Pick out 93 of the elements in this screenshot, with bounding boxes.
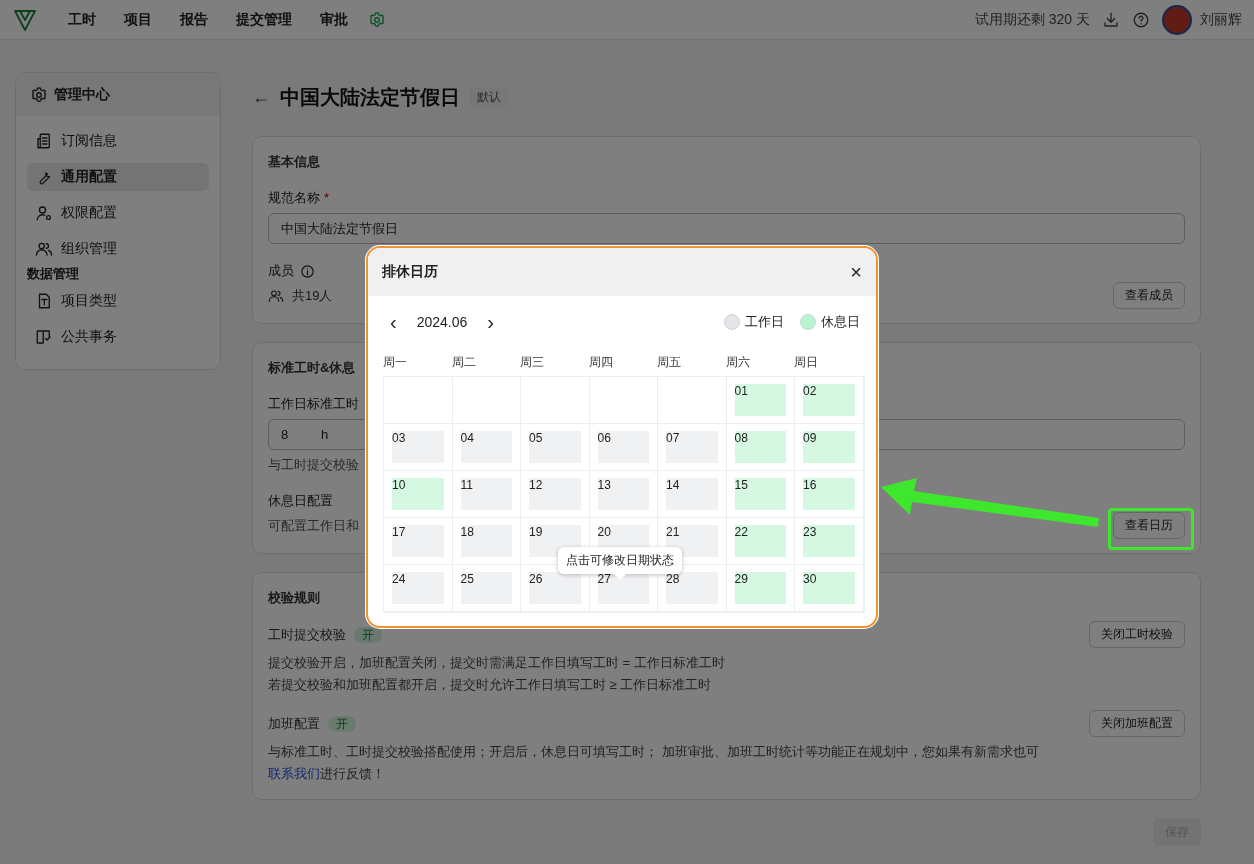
contact-link[interactable]: 联系我们 (268, 766, 320, 781)
setting-label: 工时提交校验 (268, 626, 346, 642)
view-members-button[interactable]: 查看成员 (1113, 282, 1185, 309)
month-label: 2024.06 (416, 314, 468, 330)
help-text: 与工时提交校验 (268, 456, 360, 474)
day-cell[interactable]: 29 (734, 572, 786, 604)
download-icon[interactable] (1102, 10, 1120, 29)
nav-link[interactable]: 工时 (54, 10, 110, 29)
section-label: 数据管理 (27, 265, 80, 281)
day-cell[interactable]: 18 (460, 525, 512, 557)
view-calendar-button[interactable]: 查看日历 (1113, 512, 1185, 539)
day-cell[interactable]: 05 (529, 431, 581, 463)
next-month-button[interactable]: › (481, 310, 500, 334)
day-cell[interactable]: 03 (392, 431, 444, 463)
day-cell[interactable]: 22 (734, 525, 786, 557)
card-title: 校验规则 (268, 589, 320, 607)
legend-label: 休息日 (821, 313, 860, 331)
day-cell[interactable]: 04 (460, 431, 512, 463)
help-icon[interactable] (1132, 10, 1150, 29)
sidebar-item[interactable]: 项目类型 (27, 287, 209, 315)
toggle-button[interactable]: 关闭加班配置 (1089, 710, 1185, 737)
weekday-label: 周一 (383, 354, 408, 371)
document-icon (35, 132, 53, 150)
member-count: 共19人 (292, 286, 333, 305)
user-gear-icon (35, 204, 53, 222)
close-button[interactable]: × (850, 260, 862, 284)
day-cell[interactable]: 10 (392, 478, 444, 510)
previous-month-button[interactable]: ‹ (384, 310, 403, 334)
day-cell[interactable]: 23 (803, 525, 855, 557)
card-title: 基本信息 (268, 153, 320, 171)
back-button[interactable]: ← (252, 86, 270, 108)
page-title: 中国大陆法定节假日 (280, 84, 460, 110)
dialog-title: 排休日历 (382, 263, 438, 281)
day-cell[interactable]: 08 (734, 431, 786, 463)
description-text: 提交校验开启，加班配置关闭，提交时需满足工作日填写工时 = 工作日标准工时 若提交校验和加班配置都开启，提交时允许工作日填写工时 ≥ 工作日标准工时 (268, 654, 726, 694)
sidebar-item[interactable]: 组织管理 (27, 235, 209, 263)
day-cell[interactable]: 26 (529, 572, 581, 604)
day-cell[interactable]: 25 (460, 572, 512, 604)
weekday-label: 周六 (725, 354, 751, 371)
weekday-label: 周四 (588, 354, 614, 371)
field-label: 规范名称 (268, 190, 320, 205)
day-cell[interactable]: 11 (460, 478, 512, 510)
sidebar-item[interactable]: 公共事务 (27, 323, 209, 351)
day-cell[interactable]: 13 (597, 478, 649, 510)
weekday-label: 周二 (451, 354, 477, 371)
toggle-button[interactable]: 关闭工时校验 (1089, 621, 1185, 648)
book-check-icon (35, 328, 53, 346)
nav-link[interactable]: 项目 (110, 10, 166, 29)
settings-icon (30, 85, 48, 104)
info-icon[interactable] (300, 263, 315, 279)
day-cell[interactable]: 30 (803, 572, 855, 604)
day-cell[interactable]: 15 (734, 478, 786, 510)
field-label: 成员 (268, 262, 294, 280)
sidebar-title: 管理中心 (54, 85, 110, 104)
day-cell[interactable]: 01 (734, 384, 786, 416)
settings-icon[interactable] (368, 10, 386, 29)
day-cell[interactable]: 12 (529, 478, 581, 510)
sidebar-item[interactable]: 订阅信息 (27, 127, 209, 155)
day-cell[interactable]: 27 (597, 572, 649, 604)
status-tag: 开 (328, 715, 356, 732)
day-cell[interactable]: 16 (803, 478, 855, 510)
help-text: 可配置工作日和 (268, 516, 359, 535)
nav-link[interactable]: 提交管理 (222, 10, 306, 29)
sidebar-item[interactable]: 权限配置 (27, 199, 209, 227)
status-tag: 开 (354, 626, 382, 643)
name-field[interactable]: 中国大陆法定节假日 (268, 213, 1185, 244)
card-title: 标准工时&休息 (268, 359, 356, 377)
day-cell[interactable]: 14 (666, 478, 718, 510)
day-cell[interactable]: 06 (597, 431, 649, 463)
field-label: 工作日标准工时 (268, 395, 359, 413)
day-cell[interactable]: 07 (666, 431, 718, 463)
field-label: 休息日配置 (268, 492, 333, 510)
sidebar-item[interactable]: 通用配置 (27, 163, 209, 191)
users-icon (35, 240, 53, 258)
required-mark: * (324, 190, 330, 205)
weekday-label: 周日 (794, 354, 819, 371)
trial-text: 试用期还剩 320 天 (974, 10, 1090, 29)
user-name[interactable]: 刘丽辉 (1200, 10, 1242, 29)
day-cell[interactable]: 09 (803, 431, 855, 463)
day-cell[interactable]: 24 (392, 572, 444, 604)
legend-label: 工作日 (745, 313, 784, 331)
nav-link[interactable]: 审批 (306, 10, 362, 29)
weekday-label: 周五 (657, 354, 682, 371)
description-text: 与标准工时、工时提交校验搭配使用；开启后，休息日可填写工时； 加班审批、加班工时统计等功能正在规划中，您如果有新需求也可 联系我们进行反馈！ (268, 743, 1040, 783)
weekday-label: 周三 (520, 354, 545, 371)
avatar[interactable] (1162, 4, 1192, 35)
day-cell[interactable]: 02 (803, 384, 855, 416)
day-cell[interactable]: 28 (666, 572, 718, 604)
logo-icon[interactable] (12, 7, 38, 32)
nav-link[interactable]: 报告 (166, 10, 222, 29)
setting-label: 加班配置 (268, 715, 320, 731)
day-cell[interactable]: 17 (392, 525, 444, 557)
users-icon (268, 287, 284, 304)
